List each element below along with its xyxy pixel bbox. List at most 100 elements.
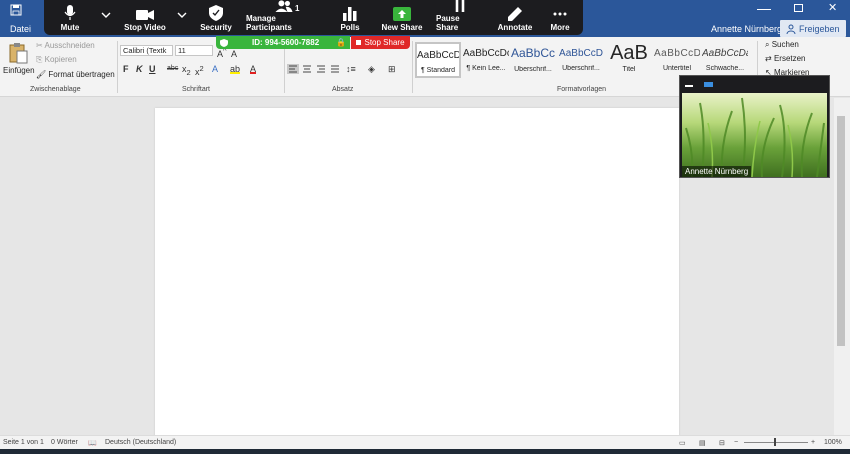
more-button[interactable]: More bbox=[547, 0, 573, 35]
video-camera-icon bbox=[136, 10, 154, 20]
bar-chart-icon bbox=[343, 7, 357, 21]
borders-icon[interactable]: ⊞ bbox=[388, 64, 396, 75]
shading-icon[interactable]: ◈ bbox=[368, 64, 375, 75]
share-label: Freigeben bbox=[799, 23, 840, 34]
manage-participants-button[interactable]: Manage Participants bbox=[246, 0, 322, 35]
shield-check-icon bbox=[220, 38, 228, 47]
minimize-video-icon[interactable] bbox=[685, 85, 693, 87]
style-subtitle[interactable]: AaBbCcD Untertitel bbox=[654, 42, 700, 78]
stop-share-label: Stop Share bbox=[364, 38, 405, 47]
user-name[interactable]: Annette Nürnberg bbox=[711, 24, 782, 34]
style-title[interactable]: AaB Titel bbox=[606, 42, 652, 78]
zoom-toolbar: Mute Stop Video Security Manage Particip… bbox=[44, 0, 583, 35]
mute-label: Mute bbox=[60, 23, 80, 32]
chevron-down-icon[interactable] bbox=[101, 10, 111, 20]
print-layout-icon[interactable]: ▤ bbox=[699, 439, 706, 447]
share-button[interactable]: Freigeben bbox=[780, 20, 846, 37]
close-button[interactable]: ✕ bbox=[828, 1, 842, 14]
maximize-button[interactable] bbox=[794, 4, 803, 12]
polls-button[interactable]: Polls bbox=[336, 0, 364, 35]
zoom-out-button[interactable]: − bbox=[734, 439, 738, 446]
group-label-styles: Formatvorlagen bbox=[557, 86, 607, 93]
strikethrough-button[interactable]: abc bbox=[167, 65, 178, 72]
stop-video-label: Stop Video bbox=[124, 23, 166, 32]
more-dots-icon bbox=[553, 12, 567, 16]
pause-share-button[interactable]: Pause Share bbox=[436, 0, 484, 35]
clipboard-icon bbox=[9, 43, 28, 64]
pause-icon bbox=[455, 0, 465, 12]
replace-button[interactable]: ⇄ Ersetzen bbox=[765, 54, 806, 63]
participants-count-badge: 1 bbox=[295, 4, 300, 13]
video-thumbnail[interactable]: Annette Nürnberg bbox=[679, 75, 830, 178]
stop-icon bbox=[356, 40, 362, 45]
language-label[interactable]: Deutsch (Deutschland) bbox=[105, 439, 176, 446]
stop-share-button[interactable]: Stop Share bbox=[351, 36, 410, 49]
style-standard[interactable]: AaBbCcDc ¶ Standard bbox=[415, 42, 461, 78]
superscript-button[interactable]: x2 bbox=[195, 64, 204, 77]
tab-file[interactable]: Datei bbox=[10, 24, 31, 34]
meeting-id: ID: 994-5600-7882 bbox=[252, 38, 320, 47]
minimize-button[interactable] bbox=[757, 4, 771, 10]
search-icon: ⌕ bbox=[765, 40, 772, 49]
underline-button[interactable]: U bbox=[149, 64, 156, 74]
cut-button[interactable]: ✂ Ausschneiden bbox=[36, 41, 95, 50]
security-button[interactable]: Security bbox=[197, 0, 235, 35]
read-mode-icon[interactable]: ▭ bbox=[679, 439, 686, 447]
style-preview: AaBbCcD bbox=[654, 48, 700, 59]
style-kein-leerraum[interactable]: AaBbCcDc ¶ Kein Lee... bbox=[463, 42, 509, 78]
bold-button[interactable]: F bbox=[123, 64, 129, 74]
format-painter-button[interactable]: 🖌 Format übertragen bbox=[36, 70, 115, 79]
divider bbox=[412, 41, 413, 93]
mute-button[interactable]: Mute bbox=[54, 0, 86, 35]
save-icon[interactable] bbox=[10, 4, 22, 16]
status-bar: Seite 1 von 1 0 Wörter 📖 Deutsch (Deutsc… bbox=[0, 435, 850, 449]
style-name: ¶ Kein Lee... bbox=[466, 65, 506, 72]
zoom-slider-thumb[interactable] bbox=[774, 438, 776, 446]
style-heading-2[interactable]: AaBbCcD Überschrif... bbox=[558, 42, 604, 78]
style-preview: AaBbCcDa bbox=[702, 48, 748, 59]
view-toggle-icon[interactable] bbox=[704, 82, 713, 87]
web-layout-icon[interactable]: ⊟ bbox=[719, 439, 725, 447]
subscript-button[interactable]: x2 bbox=[182, 64, 191, 77]
copy-icon: ⎘ bbox=[36, 55, 45, 64]
zoom-slider[interactable] bbox=[744, 442, 808, 443]
zoom-in-button[interactable]: + bbox=[811, 439, 815, 446]
style-preview: AaBbCcD bbox=[559, 48, 603, 59]
font-size-select[interactable]: 11 bbox=[175, 45, 213, 56]
style-preview: AaBbCc bbox=[510, 46, 556, 60]
annotate-button[interactable]: Annotate bbox=[494, 0, 536, 35]
copy-button[interactable]: ⎘ Kopieren bbox=[36, 55, 77, 65]
line-spacing-icon[interactable]: ↕≡ bbox=[346, 64, 356, 74]
font-family-select[interactable]: Calibri (Textk bbox=[120, 45, 173, 56]
taskbar-strip bbox=[0, 449, 850, 454]
style-name: Überschrif... bbox=[514, 66, 552, 73]
text-effects-button[interactable]: A bbox=[212, 64, 218, 74]
chevron-down-icon[interactable] bbox=[177, 10, 187, 20]
paste-button[interactable]: Einfügen bbox=[3, 42, 35, 82]
find-button[interactable]: ⌕ Suchen bbox=[765, 40, 799, 50]
style-name: Schwache... bbox=[705, 65, 745, 72]
italic-button[interactable]: K bbox=[136, 64, 143, 74]
stop-video-button[interactable]: Stop Video bbox=[120, 0, 170, 35]
style-preview: AaBbCcDc bbox=[417, 50, 459, 61]
style-subtle-emphasis[interactable]: AaBbCcDa Schwache... bbox=[702, 42, 748, 78]
style-preview: AaBbCcDc bbox=[463, 48, 509, 59]
style-name: ¶ Standard bbox=[420, 67, 456, 74]
shield-icon bbox=[209, 5, 223, 21]
page-count[interactable]: Seite 1 von 1 bbox=[3, 439, 44, 446]
paste-label: Einfügen bbox=[3, 66, 35, 75]
proofing-icon[interactable]: 📖 bbox=[88, 439, 97, 447]
font-color-icon[interactable]: A bbox=[250, 64, 257, 74]
zoom-level[interactable]: 100% bbox=[824, 439, 842, 446]
word-count[interactable]: 0 Wörter bbox=[51, 439, 78, 446]
highlight-icon[interactable]: ab bbox=[230, 64, 241, 74]
style-name: Überschrif... bbox=[562, 65, 600, 72]
document-page[interactable] bbox=[155, 108, 679, 438]
alignment-icons[interactable] bbox=[287, 64, 343, 74]
style-heading-1[interactable]: AaBbCc Überschrif... bbox=[510, 42, 556, 78]
new-share-button[interactable]: New Share bbox=[378, 0, 426, 35]
pencil-icon bbox=[508, 7, 522, 21]
security-label: Security bbox=[200, 23, 232, 32]
vertical-scrollbar[interactable] bbox=[834, 98, 850, 435]
scrollbar-thumb[interactable] bbox=[837, 116, 845, 346]
